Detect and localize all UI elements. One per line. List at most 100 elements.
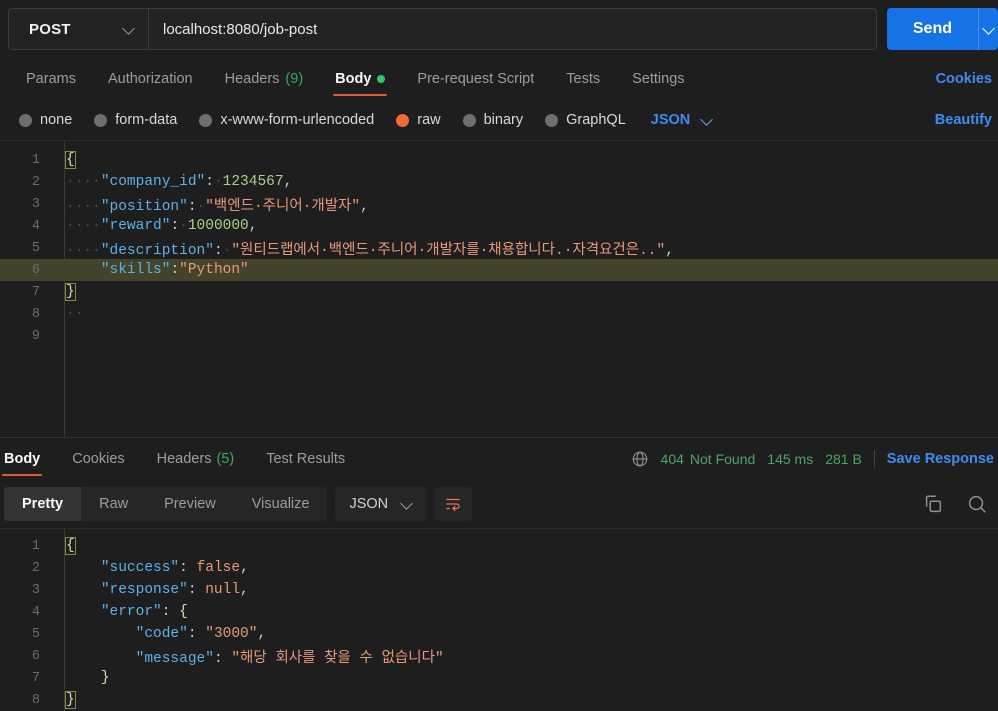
radio-icon (199, 113, 213, 127)
line-number: 1 (31, 152, 40, 168)
tab-label: Settings (632, 71, 685, 87)
word-wrap-toggle[interactable] (434, 487, 473, 521)
response-view-preview[interactable]: Preview (146, 487, 234, 521)
response-tab-test-results[interactable]: Test Results (250, 438, 361, 480)
code-text: } (52, 283, 998, 301)
code-text: "code": "3000", (52, 626, 998, 642)
body-type-label: raw (417, 112, 441, 128)
body-type-graphql[interactable]: GraphQL (534, 112, 637, 128)
response-tab-bar: Body Cookies Headers (5) Test Results 404 No… (0, 438, 998, 480)
response-code-area[interactable]: 1{2 "success": false, 3 "response": null,… (0, 529, 998, 711)
code-token: : (170, 262, 180, 278)
code-line: 3 "response": null, (0, 579, 998, 601)
code-text: } (52, 691, 998, 709)
cookies-link[interactable]: Cookies (920, 58, 998, 100)
code-token: · (179, 218, 188, 234)
request-tab-authorization[interactable]: Authorization (92, 58, 209, 100)
body-type-binary[interactable]: binary (452, 112, 535, 128)
code-token: "원티드랩에서·백엔드·주니어·개발자를·채용합니다.·자격요건은.." (231, 242, 666, 259)
postman-request-window: POST localhost:8080/job-post Send Params… (0, 0, 998, 711)
code-token: "code" (135, 626, 188, 642)
http-method-select[interactable]: POST (9, 9, 149, 49)
request-tab-body[interactable]: Body (319, 58, 401, 100)
response-format-label: JSON (349, 496, 389, 512)
code-token: : (187, 198, 197, 215)
response-body-editor[interactable]: 1{2 "success": false, 3 "response": null,… (0, 528, 998, 711)
code-token: , (257, 626, 267, 642)
tab-label: Test Results (266, 451, 346, 467)
line-number: 6 (31, 648, 40, 664)
code-token: : (187, 582, 206, 598)
code-text: "skills":"Python" (52, 262, 998, 278)
response-tab-body[interactable]: Body (0, 438, 56, 480)
code-text: { (52, 537, 998, 555)
response-view-pretty[interactable]: Pretty (4, 487, 82, 521)
code-token: "company_id" (100, 174, 206, 190)
tab-label: Cookies (72, 451, 125, 467)
response-toolbar: Pretty Raw Preview Visualize JSON (0, 480, 998, 528)
code-line: 6 "message": "해당 회사를 찾을 수 없습니다" (0, 645, 998, 667)
response-view-visualize[interactable]: Visualize (234, 487, 328, 521)
code-token: "Python" (179, 262, 249, 278)
line-number: 5 (31, 626, 40, 642)
code-token: · (196, 198, 206, 215)
line-number: 4 (31, 604, 40, 620)
code-text: ·· (52, 306, 998, 322)
body-type-form-data[interactable]: form-data (83, 112, 188, 128)
request-body-editor[interactable]: 1{2 ····"company_id":·1234567, 3 ····"posit… (0, 140, 998, 437)
code-token: "백엔드·주니어·개발자" (205, 198, 361, 215)
code-token: ·· (66, 306, 84, 322)
word-wrap-icon (446, 498, 460, 512)
response-view-raw[interactable]: Raw (81, 487, 146, 521)
body-format-select[interactable]: JSON (637, 112, 723, 128)
code-token: "error" (100, 604, 162, 620)
tab-label: Authorization (107, 71, 193, 87)
send-options-button[interactable] (978, 8, 998, 50)
code-token: "position" (100, 198, 188, 215)
request-tab-pre-request-script[interactable]: Pre-request Script (401, 58, 550, 100)
code-token: : (187, 626, 206, 642)
code-text: "message": "해당 회사를 찾을 수 없습니다" (52, 646, 998, 667)
code-token: } (65, 691, 76, 709)
request-tab-tests[interactable]: Tests (550, 58, 616, 100)
request-code-area[interactable]: 1{2 ····"company_id":·1234567, 3 ····"posit… (0, 141, 998, 347)
send-button[interactable]: Send (886, 8, 978, 50)
chevron-down-icon (702, 115, 712, 125)
search-icon[interactable] (966, 493, 988, 515)
line-number: 5 (31, 240, 40, 256)
code-token: : (205, 174, 214, 190)
radio-icon (462, 113, 476, 127)
line-number: 9 (31, 328, 40, 344)
tab-label: Tests (566, 71, 601, 87)
tab-label: Headers (224, 71, 280, 87)
request-tab-params[interactable]: Params (10, 58, 92, 100)
response-status-code: 404 (660, 451, 684, 467)
radio-icon (19, 113, 32, 127)
response-format-select[interactable]: JSON (335, 487, 427, 521)
body-present-indicator-icon (377, 75, 386, 83)
body-type-raw[interactable]: raw (385, 112, 451, 128)
line-number: 3 (31, 196, 40, 212)
response-tab-cookies[interactable]: Cookies (56, 438, 140, 480)
code-line: 1{ (0, 535, 998, 557)
copy-icon[interactable] (922, 493, 944, 515)
body-type-none[interactable]: none (8, 112, 83, 128)
tab-count: (9) (285, 71, 304, 87)
code-token: null (205, 582, 241, 598)
url-input[interactable]: localhost:8080/job-post (149, 9, 876, 49)
save-response-button[interactable]: Save Response (887, 451, 994, 467)
response-tab-headers[interactable]: Headers (5) (141, 438, 251, 480)
body-type-x-www-form-urlencoded[interactable]: x-www-form-urlencoded (188, 112, 385, 128)
request-tab-headers[interactable]: Headers (9) (209, 58, 320, 100)
line-number: 2 (31, 174, 40, 190)
chevron-down-icon (984, 24, 994, 34)
beautify-button[interactable]: Beautify (919, 112, 998, 128)
code-line: 8 ·· (0, 303, 998, 325)
code-token: "response" (100, 582, 188, 598)
code-token: false (196, 560, 241, 576)
code-token: , (665, 242, 674, 259)
request-tab-settings[interactable]: Settings (616, 58, 700, 100)
